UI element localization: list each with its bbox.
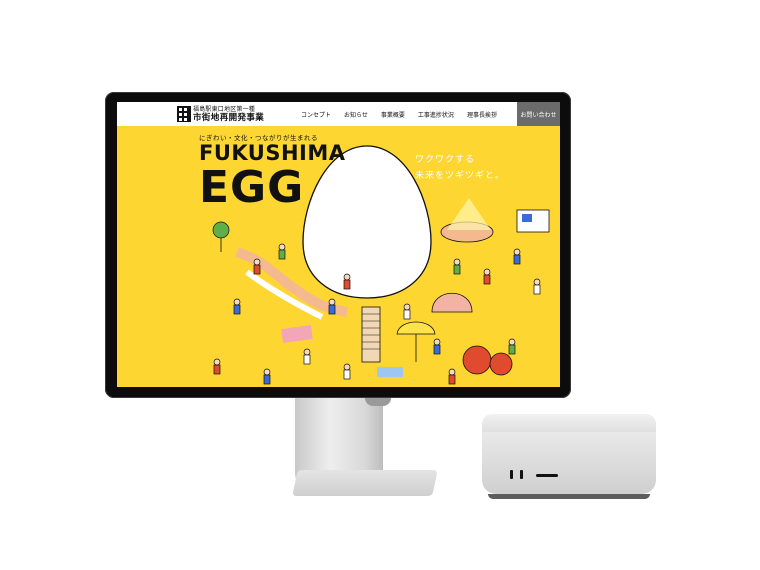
sd-card-slot-icon	[536, 474, 558, 477]
staircase	[361, 306, 381, 363]
picnic-mat	[281, 324, 313, 344]
building-logo-icon[interactable]	[177, 106, 191, 122]
logo-text-line2[interactable]: 市街地再開発事業	[193, 113, 264, 123]
nav-project-overview[interactable]: 事業概要	[381, 110, 405, 119]
egg-shape	[302, 145, 432, 299]
usb-c-port-icon	[510, 470, 513, 479]
red-ball-1	[462, 345, 492, 375]
usb-c-port-icon	[520, 470, 523, 479]
catchphrase-line2: 未来をツギツギと。	[415, 171, 506, 181]
nav-chairman-greeting[interactable]: 理事長挨拶	[467, 110, 497, 119]
stand-base	[292, 470, 438, 496]
hero-title-line1: FUKUSHIMA	[199, 141, 346, 165]
studio-display: 福島駅東口地区第一種 市街地再開発事業 コンセプト お知らせ 事業概要 工事進捗…	[105, 92, 571, 398]
nav-news[interactable]: お知らせ	[344, 110, 368, 119]
contact-button[interactable]: お問い合わせ	[517, 102, 560, 126]
mac-studio-body	[482, 432, 656, 494]
stand-hinge	[365, 398, 391, 406]
logo-text-line1[interactable]: 福島駅東口地区第一種	[193, 106, 255, 113]
main-nav: コンセプト お知らせ 事業概要 工事進捗状況 理事長挨拶	[301, 102, 510, 126]
nav-concept[interactable]: コンセプト	[301, 110, 331, 119]
site-header: 福島駅東口地区第一種 市街地再開発事業 コンセプト お知らせ 事業概要 工事進捗…	[117, 102, 560, 126]
pink-dome	[431, 292, 473, 313]
website-screen: 福島駅東口地区第一種 市街地再開発事業 コンセプト お知らせ 事業概要 工事進捗…	[117, 102, 560, 387]
red-ball-2	[489, 352, 513, 376]
tree	[212, 221, 230, 239]
mac-studio-base	[488, 494, 650, 499]
hero-title-line2: EGG	[199, 162, 305, 213]
catchphrase-line1: ワクワクする	[415, 155, 476, 165]
nav-construction-progress[interactable]: 工事進捗状況	[418, 110, 454, 119]
umbrella	[396, 321, 436, 335]
presentation-board	[516, 209, 550, 233]
